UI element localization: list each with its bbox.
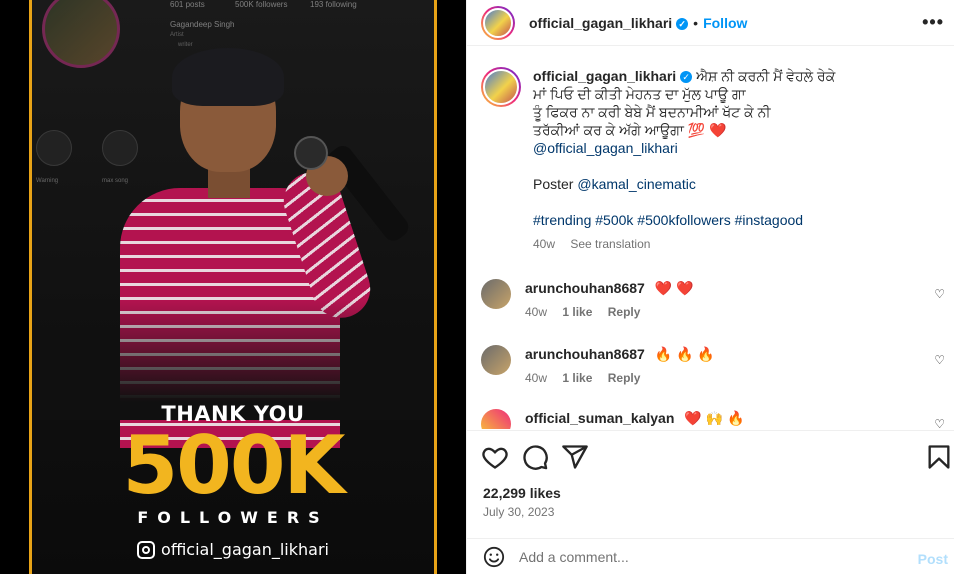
post-side-panel: official_gagan_likhari ✓ • Follow ••• off…: [466, 0, 954, 574]
caption-line-2: ਮਾਂ ਪਿਓ ਦੀ ਕੀਤੀ ਮੇਹਨਤ ਦਾ ਮੁੱਲ ਪਾਊ ਗਾ: [533, 86, 746, 102]
comment-text: 🔥 🔥 🔥: [654, 346, 715, 362]
comment: arunchouhan8687 🔥 🔥 🔥 40w 1 like Reply ♡: [481, 345, 949, 387]
comment-icon[interactable]: [521, 443, 549, 471]
more-options-icon[interactable]: •••: [922, 12, 944, 33]
comment-username[interactable]: arunchouhan8687: [525, 280, 645, 296]
comment-body: arunchouhan8687 🔥 🔥 🔥 40w 1 like Reply: [525, 345, 925, 387]
avatar[interactable]: [481, 279, 511, 309]
avatar[interactable]: [481, 345, 511, 375]
emoji-icon[interactable]: [483, 546, 505, 568]
like-comment-heart-icon[interactable]: ♡: [934, 353, 945, 367]
background-stat-following: 193 following: [310, 0, 357, 9]
comment-body: arunchouhan8687 ❤️ ❤️ 40w 1 like Reply: [525, 279, 925, 321]
avatar[interactable]: [481, 5, 515, 40]
share-icon[interactable]: [561, 443, 589, 471]
instagram-icon: [137, 540, 156, 559]
comment: official_suman_kalyan ❤️ 🙌 🔥 ♡: [481, 409, 949, 429]
comment-meta: 40w 1 like Reply: [525, 303, 925, 321]
comment-text: ❤️ ❤️: [654, 280, 694, 296]
microphone-icon: [294, 136, 328, 170]
poster-handle: official_gagan_likhari: [32, 540, 434, 559]
comment-likes[interactable]: 1 like: [562, 371, 592, 385]
header-username[interactable]: official_gagan_likhari ✓: [529, 15, 689, 31]
poster-mention[interactable]: @kamal_cinematic: [577, 176, 695, 192]
comment-input[interactable]: [519, 548, 879, 565]
follower-count-text: 500K: [122, 419, 346, 512]
verified-badge-icon: ✓: [680, 71, 693, 83]
verified-badge-icon: ✓: [676, 17, 689, 30]
comment-username[interactable]: arunchouhan8687: [525, 346, 645, 362]
hair: [172, 48, 284, 106]
poster-handle-text: official_gagan_likhari: [161, 540, 329, 559]
comment-time: 40w: [525, 371, 548, 385]
caption-body: official_gagan_likhari ✓ ਐਸ਼ ਨੀ ਕਰਨੀ ਮੈਂ …: [533, 67, 933, 253]
post-date: July 30, 2023: [483, 505, 555, 519]
reply-button[interactable]: Reply: [608, 305, 641, 319]
hashtags[interactable]: #trending #500k #500kfollowers #instagoo…: [533, 211, 933, 229]
caption-poster-line: Poster @kamal_cinematic: [533, 175, 933, 193]
likes-count[interactable]: 22,299 likes: [483, 485, 561, 501]
comment-username[interactable]: official_suman_kalyan: [525, 410, 674, 426]
caption: official_gagan_likhari ✓ ਐਸ਼ ਨੀ ਕਰਨੀ ਮੈਂ …: [481, 67, 941, 253]
add-comment-bar: Post: [467, 538, 954, 574]
header-username-text[interactable]: official_gagan_likhari: [529, 15, 672, 31]
caption-line-1: ਐਸ਼ ਨੀ ਕਰਨੀ ਮੈਂ ਵੇਹਲੇ ਰੇਕੇ: [696, 68, 836, 84]
comment-text: ❤️ 🙌 🔥: [684, 410, 745, 426]
caption-meta: 40w See translation: [533, 235, 933, 253]
follow-button[interactable]: Follow: [703, 15, 747, 31]
reply-button[interactable]: Reply: [608, 371, 641, 385]
comments-section[interactable]: official_gagan_likhari ✓ ਐਸ਼ ਨੀ ਕਰਨੀ ਮੈਂ …: [467, 47, 954, 429]
background-name: Gagandeep Singh: [170, 20, 235, 29]
post-header: official_gagan_likhari ✓ • Follow •••: [467, 0, 954, 46]
action-bar: [467, 430, 954, 480]
post-image[interactable]: 601 posts 500K followers 193 following G…: [0, 0, 466, 574]
comment-likes[interactable]: 1 like: [562, 305, 592, 319]
post-comment-button[interactable]: Post: [918, 551, 948, 567]
background-highlight: [36, 130, 72, 166]
avatar[interactable]: [481, 67, 521, 107]
bookmark-icon[interactable]: [925, 443, 953, 471]
like-comment-heart-icon[interactable]: ♡: [934, 287, 945, 301]
comment-time: 40w: [525, 305, 548, 319]
comment-meta: 40w 1 like Reply: [525, 369, 925, 387]
separator: •: [693, 14, 699, 31]
avatar-image: [483, 69, 519, 105]
caption-mention[interactable]: @official_gagan_likhari: [533, 139, 933, 157]
caption-line-4: ਤਰੱਕੀਆਂ ਕਰ ਕੇ ਅੱਗੇ ਆਊਗਾ 💯 ❤️: [533, 122, 727, 138]
caption-username[interactable]: official_gagan_likhari: [533, 68, 676, 84]
poster-label: Poster: [533, 176, 574, 192]
heart-icon[interactable]: [481, 443, 509, 471]
comment-body: official_suman_kalyan ❤️ 🙌 🔥: [525, 409, 925, 429]
comment: arunchouhan8687 ❤️ ❤️ 40w 1 like Reply ♡: [481, 279, 949, 321]
caption-line-3: ਤੂੰ ਫਿਕਰ ਨਾ ਕਰੀ ਬੇਬੇ ਮੈਂ ਬਦਨਾਮੀਆਂ ਖੱਟ ਕੇ…: [533, 104, 771, 120]
followers-text: FOLLOWERS: [137, 508, 329, 527]
background-role: Artist: [170, 32, 184, 38]
background-stat-posts: 601 posts: [170, 0, 205, 9]
avatar-image: [483, 7, 513, 38]
like-comment-heart-icon[interactable]: ♡: [934, 417, 945, 429]
background-highlight-label: Warning: [36, 178, 59, 184]
caption-time: 40w: [533, 237, 556, 251]
avatar[interactable]: [481, 409, 511, 429]
background-stat-followers: 500K followers: [235, 0, 288, 9]
see-translation-link[interactable]: See translation: [570, 237, 650, 251]
poster-graphic: 601 posts 500K followers 193 following G…: [29, 0, 437, 574]
